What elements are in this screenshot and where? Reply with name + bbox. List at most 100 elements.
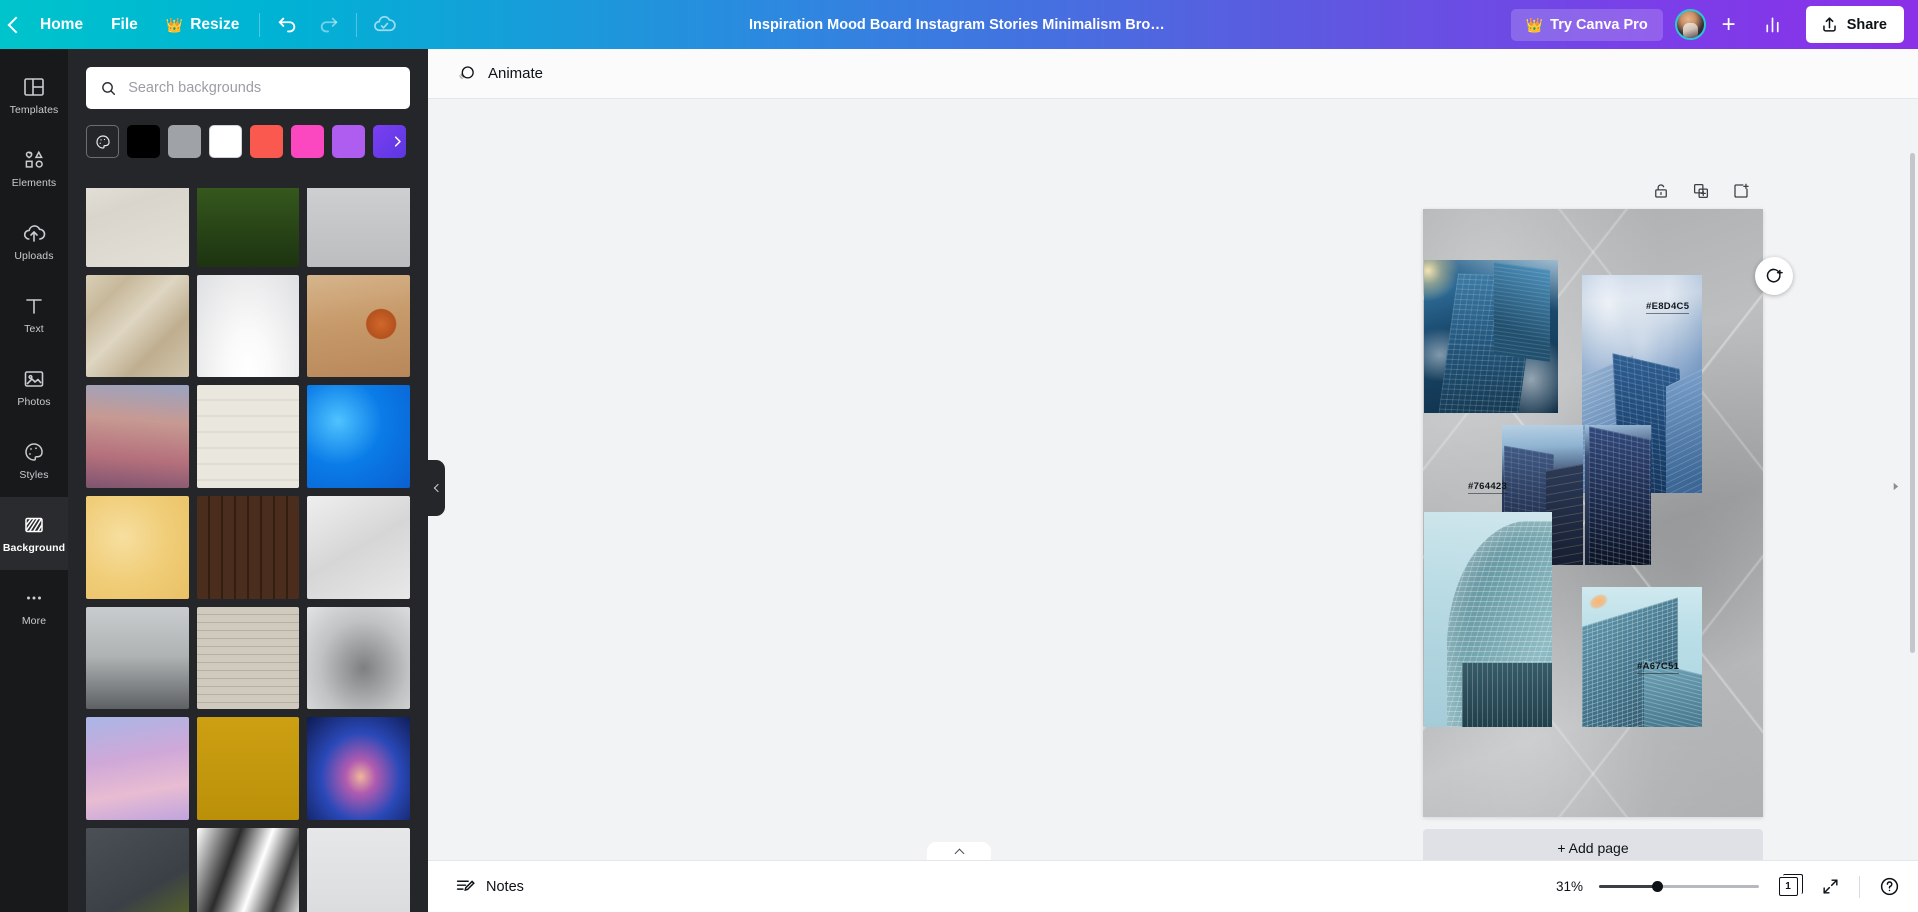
sidebar-item-text[interactable]: Text [0,278,68,351]
animate-button[interactable]: Animate [444,56,555,91]
photo-curved-glass-building[interactable] [1424,512,1552,727]
canvas-vertical-scrollbar[interactable] [1908,149,1916,808]
thumb-white-studio[interactable] [197,275,300,378]
thumb-white-paper[interactable] [307,828,410,912]
thumb-asphalt-lines[interactable] [86,828,189,912]
undo-button[interactable] [266,4,308,46]
notes-panel-collapse-toggle[interactable] [927,842,991,860]
try-canva-pro-button[interactable]: 👑 Try Canva Pro [1511,9,1663,41]
color-picker-swatch[interactable] [86,125,119,158]
home-button[interactable]: Home [26,0,97,49]
zoom-slider-knob[interactable] [1652,881,1663,892]
photo-dark-navy-tower-right[interactable] [1585,425,1651,565]
design-page[interactable]: #E8D4C5 #764423 #A67C51 [1423,209,1763,817]
notes-button[interactable]: Notes [444,869,535,904]
sidebar-item-background[interactable]: Background [0,497,68,570]
swatch-pink[interactable] [291,125,324,158]
back-icon[interactable] [8,16,25,33]
fullscreen-button[interactable] [1817,874,1843,900]
page-number: 1 [1785,881,1791,892]
thumb-white-crumple[interactable] [307,496,410,599]
sidebar-item-more[interactable]: More [0,570,68,643]
zoom-percentage: 31% [1549,879,1583,894]
swatch-red[interactable] [250,125,283,158]
panel-collapse-handle[interactable] [428,460,445,516]
photo-blue-glass-tower[interactable] [1424,260,1558,413]
swatch-next-button[interactable] [381,125,414,158]
left-tool-rail: Templates Elements Uploads Text Photos [0,49,68,912]
rotate-handle[interactable] [1755,257,1793,295]
invite-members-button[interactable]: + [1714,10,1744,40]
thumb-foggy-road[interactable] [86,607,189,710]
document-title[interactable]: Inspiration Mood Board Instagram Stories… [749,17,1169,33]
sidebar-label-templates: Templates [10,104,59,116]
hex-swatch-label-3[interactable]: #A67C51 [1637,661,1679,674]
thumb-mustard-fabric[interactable] [197,717,300,820]
lock-button[interactable] [1646,176,1676,206]
add-frame-button[interactable] [1726,176,1756,206]
thumb-white-wood[interactable] [197,385,300,488]
thumb-ink-brush[interactable] [197,828,300,912]
thumb-dusk-gradient[interactable] [86,385,189,488]
thumb-basketball-court[interactable] [307,275,410,378]
thumb-pastel-sky[interactable] [86,717,189,820]
swatch-white[interactable] [209,125,242,158]
sidebar-label-text: Text [24,323,44,335]
redo-button[interactable] [308,4,350,46]
search-box[interactable] [86,67,410,109]
avatar[interactable] [1675,9,1706,40]
thumb-blue-water[interactable] [307,385,410,488]
thumb-light-concrete[interactable] [307,188,410,267]
sidebar-item-elements[interactable]: Elements [0,132,68,205]
file-menu-button[interactable]: File [97,0,152,49]
more-dots-icon [22,586,46,610]
thumb-brick-wall[interactable] [197,607,300,710]
pro-crown-icon: 👑 [1526,18,1543,32]
swatch-black[interactable] [127,125,160,158]
search-input[interactable] [128,80,396,96]
thumb-gold-bokeh[interactable] [86,496,189,599]
hex-swatch-label-2[interactable]: #764423 [1468,481,1507,494]
editor-area: Animate [428,49,1918,912]
thumb-nebula-space[interactable] [307,717,410,820]
background-thumbnail-grid [86,188,410,912]
canvas-viewport[interactable]: #E8D4C5 #764423 #A67C51 + Add page [428,99,1918,860]
share-button[interactable]: Share [1806,6,1904,43]
expand-icon [1821,877,1840,896]
scrollbar-thumb[interactable] [1910,153,1915,653]
file-label: File [111,16,138,34]
zoom-slider[interactable] [1599,879,1759,895]
sidebar-label-photos: Photos [17,396,50,408]
page-count-icon: 1 [1779,877,1798,896]
resize-label: Resize [190,16,239,34]
thumb-gray-smoke[interactable] [307,607,410,710]
swatch-purple[interactable] [332,125,365,158]
resize-button[interactable]: 👑 Resize [152,0,254,49]
duplicate-icon [1692,182,1710,200]
chevron-left-icon [433,484,441,492]
search-icon [100,79,117,98]
add-page-button[interactable]: + Add page [1423,829,1763,860]
thumb-marbled-stone[interactable] [86,275,189,378]
sidebar-item-photos[interactable]: Photos [0,351,68,424]
photo-teal-glass-skyscraper[interactable] [1582,587,1702,727]
swatch-gray[interactable] [168,125,201,158]
duplicate-button[interactable] [1686,176,1716,206]
help-button[interactable] [1876,874,1902,900]
cloud-saved-button[interactable] [363,4,405,46]
page-manager-button[interactable]: 1 [1775,874,1801,900]
background-thumbnail-scroll[interactable] [68,188,428,912]
sidebar-item-templates[interactable]: Templates [0,59,68,132]
insights-button[interactable] [1752,4,1794,46]
thumb-dark-wood[interactable] [197,496,300,599]
canvas-scroll-right[interactable] [1889,480,1902,493]
sidebar-item-uploads[interactable]: Uploads [0,205,68,278]
sidebar-item-styles[interactable]: Styles [0,424,68,497]
notes-icon [455,876,476,897]
upload-icon [1820,15,1839,34]
try-pro-label: Try Canva Pro [1550,17,1648,33]
hex-swatch-label-1[interactable]: #E8D4C5 [1646,301,1689,314]
thumb-dark-grass[interactable] [197,188,300,267]
thumb-marble-cracked[interactable] [86,188,189,267]
photos-icon [22,367,46,391]
